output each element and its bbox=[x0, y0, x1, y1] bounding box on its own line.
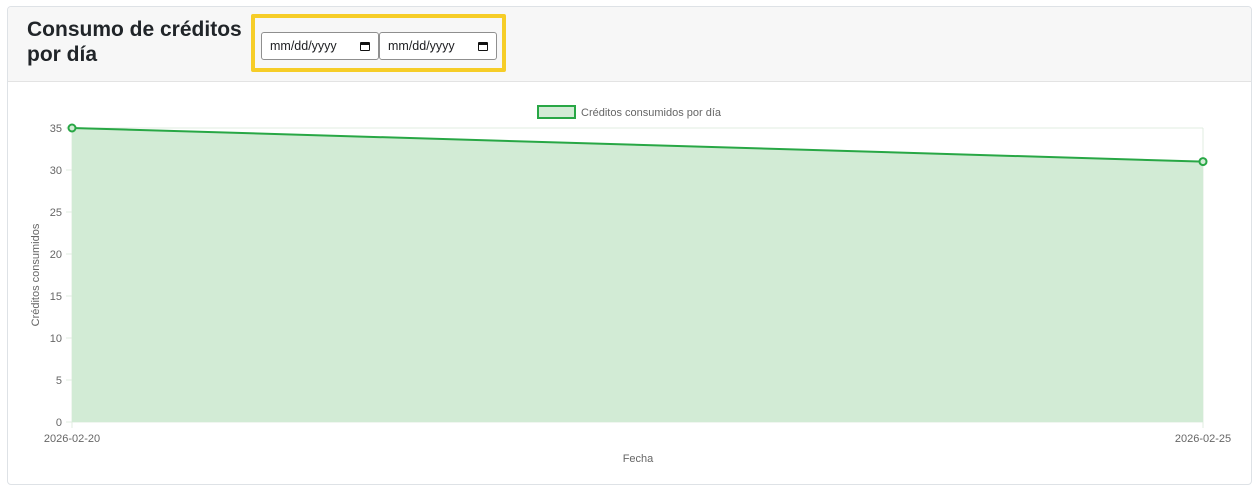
y-axis-title: Créditos consumidos bbox=[30, 223, 42, 326]
y-tick-label: 5 bbox=[56, 375, 62, 387]
y-tick-label: 25 bbox=[50, 207, 62, 219]
legend-label: Créditos consumidos por día bbox=[581, 107, 722, 119]
y-tick-label: 0 bbox=[56, 417, 62, 429]
y-tick-label: 30 bbox=[50, 165, 62, 177]
data-point bbox=[1198, 157, 1208, 167]
credits-chart: 0 5 10 15 20 25 30 35 2026-02-20 2026-02-25 Crédit… bbox=[30, 105, 1231, 465]
y-tick-label: 15 bbox=[50, 291, 62, 303]
legend-swatch bbox=[537, 105, 576, 119]
y-tick-label: 20 bbox=[50, 249, 62, 261]
x-tick-label: 2026-02-25 bbox=[1175, 433, 1231, 445]
y-tick-label: 35 bbox=[50, 123, 62, 135]
x-tick-label: 2026-02-20 bbox=[44, 433, 100, 445]
data-point bbox=[67, 123, 77, 133]
series-area bbox=[72, 128, 1203, 422]
x-axis-title: Fecha bbox=[623, 453, 654, 465]
y-tick-label: 10 bbox=[50, 333, 62, 345]
